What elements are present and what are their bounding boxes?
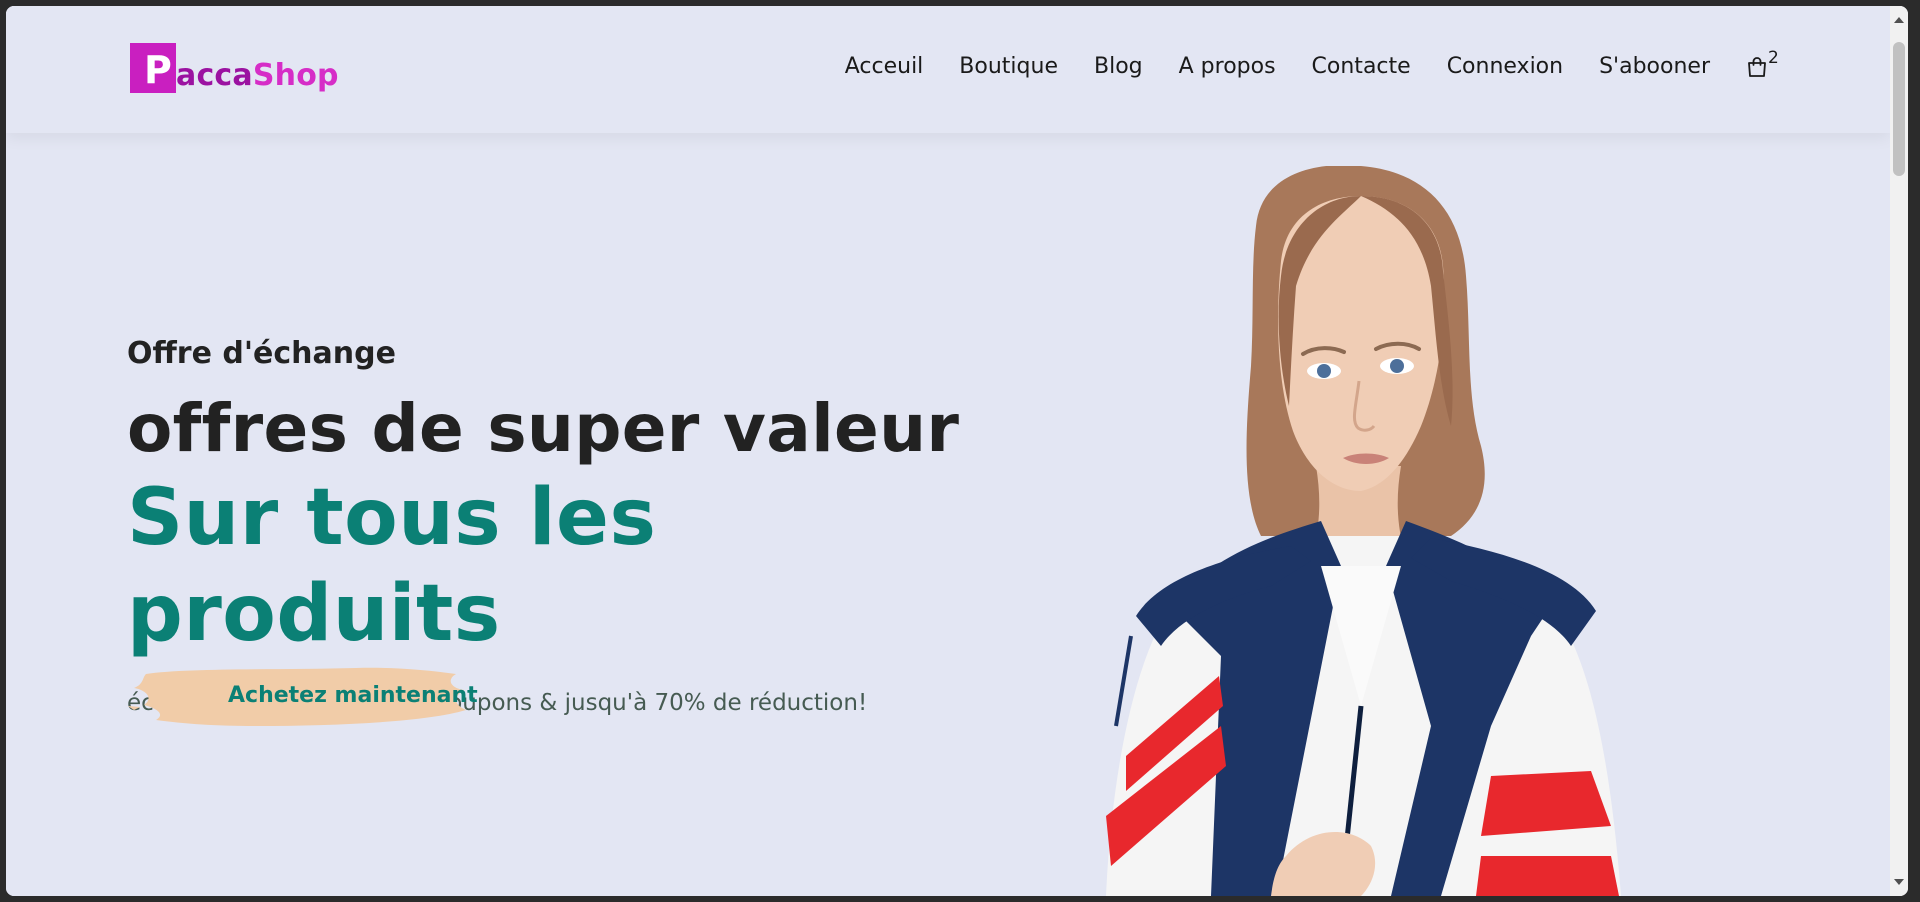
shop-now-label: Achetez maintenant — [228, 683, 478, 708]
browser-window: P accaShop Acceuil Boutique Blog A propo… — [6, 6, 1908, 896]
site-header: P accaShop Acceuil Boutique Blog A propo… — [6, 6, 1890, 133]
logo-mark: P — [130, 43, 176, 93]
nav-item-sabooner[interactable]: S'abooner — [1599, 54, 1710, 79]
logo-wordmark: accaShop — [176, 44, 339, 93]
nav-item-a-propos[interactable]: A propos — [1179, 54, 1276, 79]
shop-now-button[interactable]: Achetez maintenant — [126, 660, 486, 736]
hero-headline-accent: Sur tous les produits — [127, 473, 657, 659]
hero-headline: offres de super valeur — [127, 390, 960, 467]
cart-count-badge: 2 — [1768, 47, 1779, 68]
site-logo[interactable]: P accaShop — [130, 38, 339, 98]
nav-item-connexion[interactable]: Connexion — [1447, 54, 1563, 79]
hero-content: Offre d'échange offres de super valeur S… — [127, 336, 1027, 716]
nav-item-blog[interactable]: Blog — [1094, 54, 1143, 79]
main-nav: Acceuil Boutique Blog A propos Contacte … — [845, 48, 1779, 80]
hero-eyebrow: Offre d'échange — [127, 336, 396, 371]
cart-link[interactable]: 2 — [1746, 48, 1779, 78]
scroll-down-arrow-icon[interactable] — [1893, 876, 1905, 888]
hero-model-image — [1106, 166, 1621, 896]
nav-item-acceuil[interactable]: Acceuil — [845, 54, 924, 79]
scroll-up-arrow-icon[interactable] — [1893, 14, 1905, 26]
logo-text-part2: Shop — [252, 57, 339, 93]
logo-text-part1: acca — [176, 57, 253, 93]
scrollbar-thumb[interactable] — [1893, 42, 1905, 176]
logo-letter: P — [144, 48, 172, 92]
nav-item-boutique[interactable]: Boutique — [959, 54, 1058, 79]
nav-item-contacte[interactable]: Contacte — [1312, 54, 1411, 79]
shopping-bag-icon — [1748, 56, 1766, 77]
page-viewport: P accaShop Acceuil Boutique Blog A propo… — [6, 6, 1890, 896]
vertical-scrollbar[interactable] — [1890, 6, 1908, 896]
